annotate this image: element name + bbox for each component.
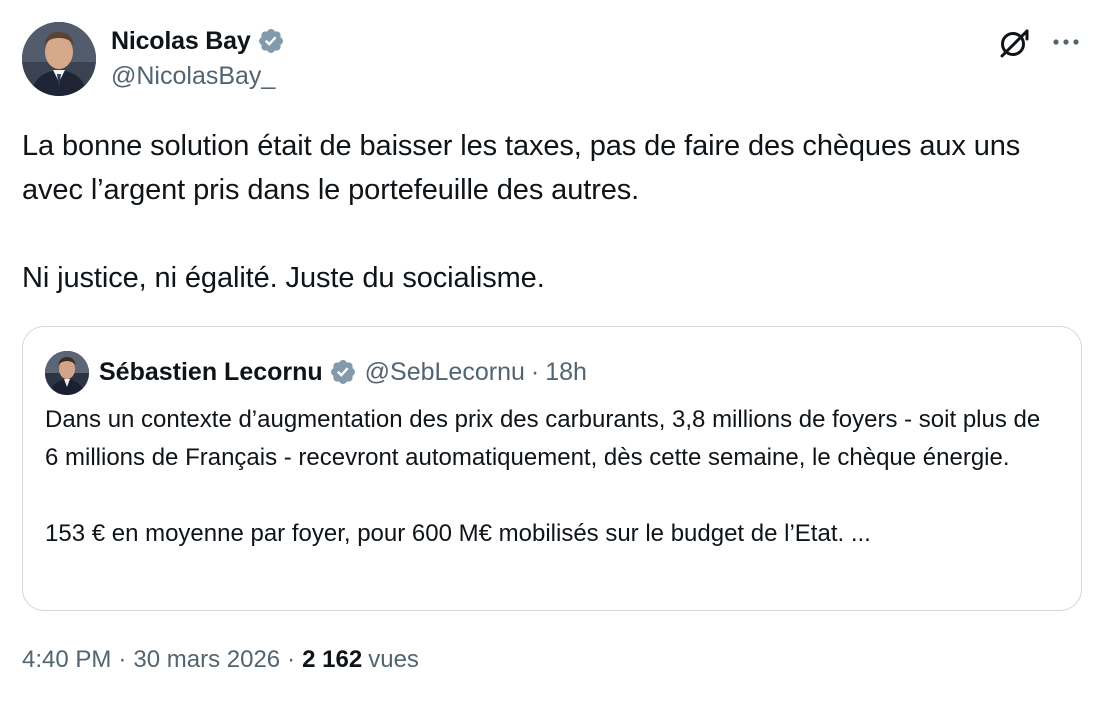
author-name-row[interactable]: Nicolas Bay — [111, 24, 285, 58]
quoted-author-handle[interactable]: @SebLecornu — [365, 358, 525, 387]
grok-icon[interactable] — [997, 26, 1031, 60]
tweet-text: La bonne solution était de baisser les t… — [22, 124, 1082, 300]
verified-badge-icon[interactable] — [329, 358, 357, 386]
tweet-date[interactable]: 30 mars 2026 — [133, 646, 280, 674]
tweet-paragraph: La bonne solution était de baisser les t… — [22, 130, 1021, 206]
quoted-tweet[interactable]: Sébastien Lecornu @SebLecornu · 18h Dans… — [22, 326, 1082, 611]
tweet-paragraph: Ni justice, ni égalité. Juste du sociali… — [22, 262, 545, 294]
quoted-header: Sébastien Lecornu @SebLecornu · 18h — [99, 354, 587, 390]
views-count[interactable]: 2 162 — [302, 646, 362, 674]
more-options-icon[interactable] — [1051, 30, 1081, 54]
tweet: Nicolas Bay @NicolasBay_ La bonne soluti… — [0, 0, 1114, 711]
quoted-paragraph: Dans un contexte d’augmentation des prix… — [45, 406, 1041, 471]
meta-separator: · — [287, 646, 296, 673]
quoted-paragraph: 153 € en moyenne par foyer, pour 600 M€ … — [45, 520, 871, 547]
tweet-meta: 4:40 PM · 30 mars 2026 · 2 162 vues — [22, 646, 419, 674]
tweet-time[interactable]: 4:40 PM — [22, 646, 111, 674]
author-avatar[interactable] — [22, 22, 96, 96]
meta-separator: · — [118, 646, 127, 673]
quoted-author-avatar[interactable] — [45, 351, 89, 395]
quoted-text: Dans un contexte d’augmentation des prix… — [45, 401, 1055, 553]
quoted-timestamp[interactable]: 18h — [545, 358, 587, 387]
views-label[interactable]: vues — [368, 646, 419, 674]
quoted-author-name[interactable]: Sébastien Lecornu — [99, 358, 323, 387]
author-handle[interactable]: @NicolasBay_ — [111, 62, 275, 91]
verified-badge-icon[interactable] — [257, 27, 285, 55]
quoted-separator: · — [530, 357, 540, 386]
author-name[interactable]: Nicolas Bay — [111, 27, 251, 56]
